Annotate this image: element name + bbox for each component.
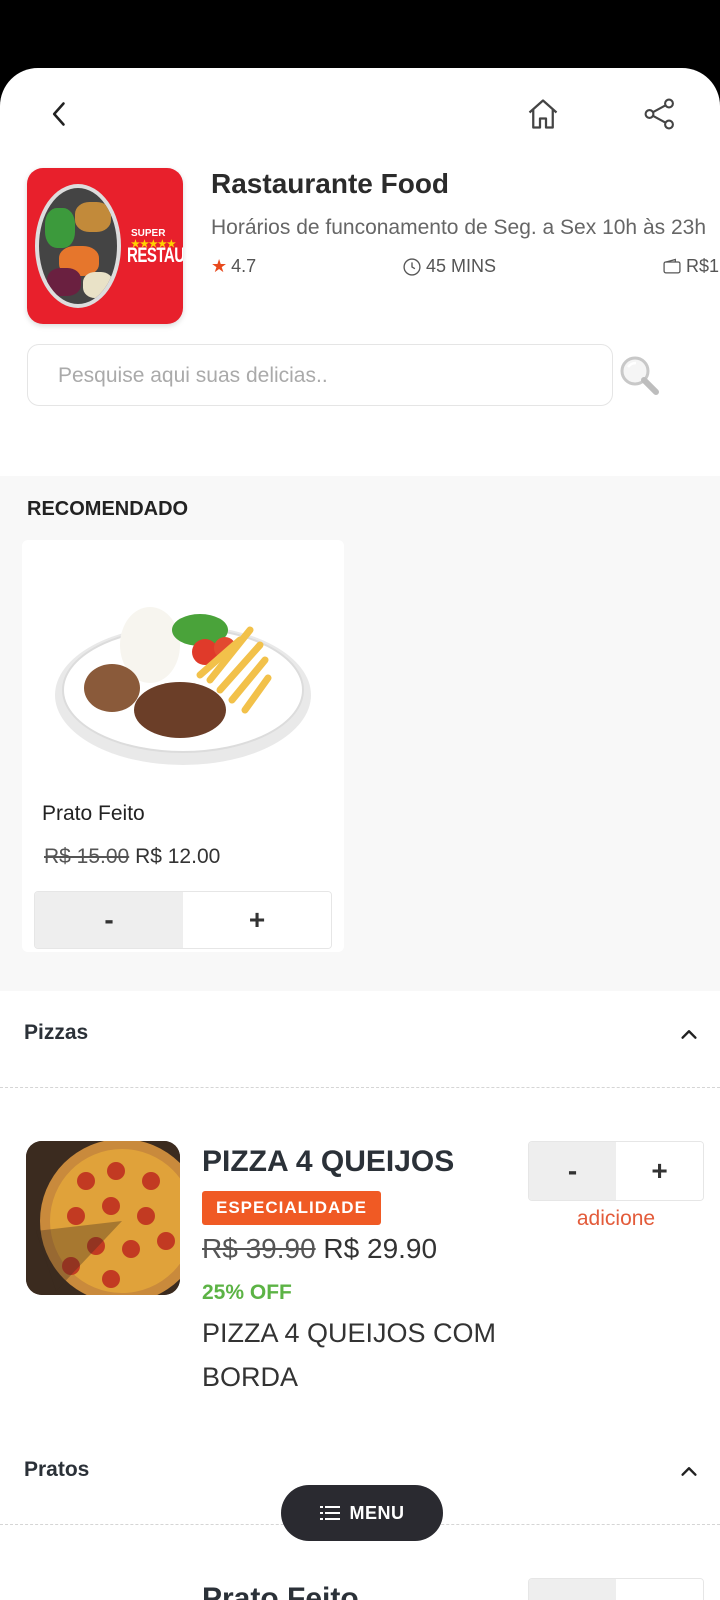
chevron-up-icon: [681, 1467, 697, 1476]
recommended-card[interactable]: Prato Feito R$ 15.00 R$ 12.00 - +: [22, 540, 344, 952]
recommended-section: RECOMENDADO Prato Feito R$ 15.00 R$ 12.0…: [0, 476, 720, 991]
restaurant-page: SUPER ★★★★★ RESTAURANTES Rastaurante Foo…: [0, 68, 720, 1600]
decrease-button[interactable]: -: [529, 1579, 616, 1600]
old-price: R$ 15.00: [44, 845, 130, 868]
item-description: PIZZA 4 QUEIJOS COM BORDA: [202, 1318, 497, 1392]
chevron-up-icon: [681, 1030, 697, 1039]
item-price: R$ 39.90 R$ 29.90: [202, 1233, 437, 1265]
star-icon: ★: [211, 256, 228, 276]
recommended-title: RECOMENDADO: [27, 498, 189, 520]
share-icon: [644, 98, 674, 130]
quantity-stepper: - +: [528, 1141, 704, 1201]
decrease-button[interactable]: -: [529, 1142, 616, 1200]
item-name: Prato Feito: [202, 1582, 359, 1600]
menu-button[interactable]: MENU: [281, 1485, 443, 1541]
specialty-badge: ESPECIALIDADE: [202, 1191, 381, 1225]
divider: [0, 1087, 720, 1088]
chevron-left-icon: [52, 102, 65, 126]
share-button[interactable]: [632, 86, 688, 142]
min-price: R$1: [662, 256, 719, 277]
back-button[interactable]: [32, 86, 88, 142]
wallet-icon: [663, 258, 681, 273]
add-label: adicione: [576, 1207, 656, 1230]
increase-button[interactable]: +: [183, 892, 331, 948]
increase-button[interactable]: +: [616, 1142, 703, 1200]
logo-restaurantes-text: RESTAURANTES: [127, 244, 183, 268]
logo-food-plate: [35, 184, 121, 308]
pizza-image: [26, 1141, 180, 1295]
menu-label: MENU: [349, 1502, 405, 1523]
list-icon: [319, 1506, 340, 1520]
category-header-pizzas[interactable]: Pizzas: [0, 993, 720, 1079]
top-bar: [0, 68, 720, 158]
recommended-item-name: Prato Feito: [42, 802, 145, 825]
category-title: Pratos: [24, 1458, 90, 1481]
clock-icon: [403, 257, 421, 276]
delivery-time: 45 MINS: [402, 256, 496, 277]
restaurant-rating: ★ 4.7: [211, 256, 256, 277]
old-price: R$ 39.90: [202, 1233, 316, 1264]
rating-value: 4.7: [231, 256, 257, 276]
delivery-time-value: 45 MINS: [426, 256, 497, 276]
recommended-item-price: R$ 15.00 R$ 12.00: [44, 845, 220, 869]
category-title: Pizzas: [24, 1021, 89, 1044]
home-button[interactable]: [515, 86, 571, 142]
search-input[interactable]: [58, 345, 598, 407]
home-icon: [528, 99, 558, 129]
increase-button[interactable]: +: [616, 1579, 703, 1600]
restaurant-name: Rastaurante Food: [211, 168, 450, 199]
decrease-button[interactable]: -: [35, 892, 183, 948]
min-price-value: R$1: [686, 256, 720, 276]
prato-feito-image: [55, 607, 311, 765]
current-price: R$ 12.00: [135, 845, 221, 868]
discount-label: 25% OFF: [202, 1281, 292, 1304]
restaurant-logo: SUPER ★★★★★ RESTAURANTES: [27, 168, 183, 324]
restaurant-hours: Horários de funconamento de Seg. a Sex 1…: [211, 216, 706, 239]
search-box: [27, 344, 613, 407]
search-icon[interactable]: [616, 352, 664, 400]
quantity-stepper: - +: [34, 891, 332, 949]
item-name: PIZZA 4 QUEIJOS: [202, 1145, 455, 1178]
quantity-stepper: - +: [528, 1578, 704, 1600]
current-price: R$ 29.90: [323, 1233, 438, 1264]
